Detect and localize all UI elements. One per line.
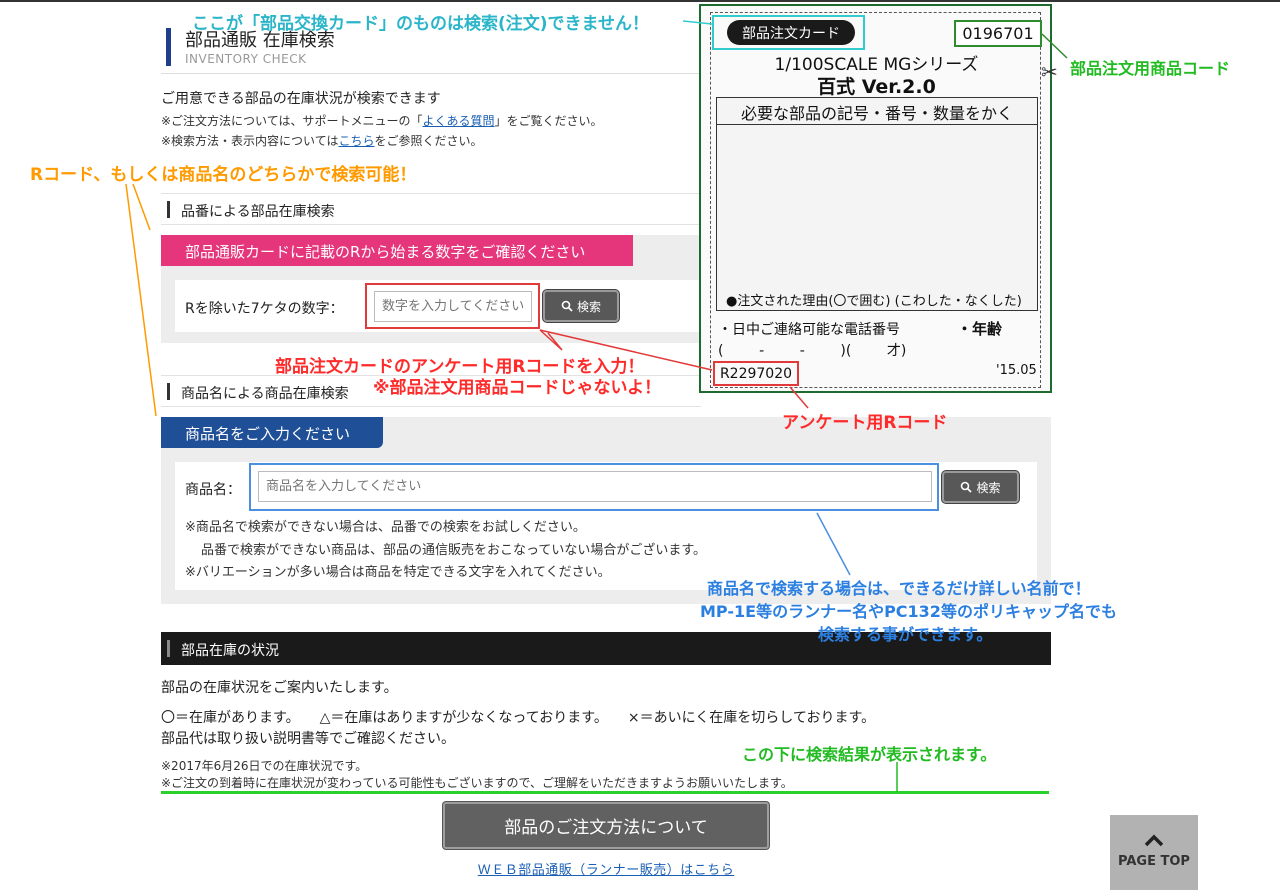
annotation-search-either: Rコード、もしくは商品名のどちらかで検索可能！ — [30, 165, 417, 185]
annotation-not-product-code: ※部品注文用商品コードじゃないよ！ — [373, 378, 662, 398]
annotation-name-tip-2: MP-1E等のランナー名やPC132等のポリキャップ名でも — [700, 602, 1117, 621]
annotation-name-tip-1: 商品名で検索する場合は、できるだけ詳しい名前で！ — [707, 579, 1091, 598]
annotation-results-below: この下に検索結果が表示されます。 — [742, 745, 997, 764]
annotation-lines — [125, 20, 1068, 792]
annotation-card-type: ここが「部品交換カード」のものは検索(注文)できません！ — [192, 14, 650, 34]
annotation-name-tip-3: 検索する事ができます。 — [818, 625, 993, 644]
annotation-r-code: アンケート用Rコード — [782, 413, 948, 433]
annotation-product-code: 部品注文用商品コード — [1070, 59, 1231, 78]
